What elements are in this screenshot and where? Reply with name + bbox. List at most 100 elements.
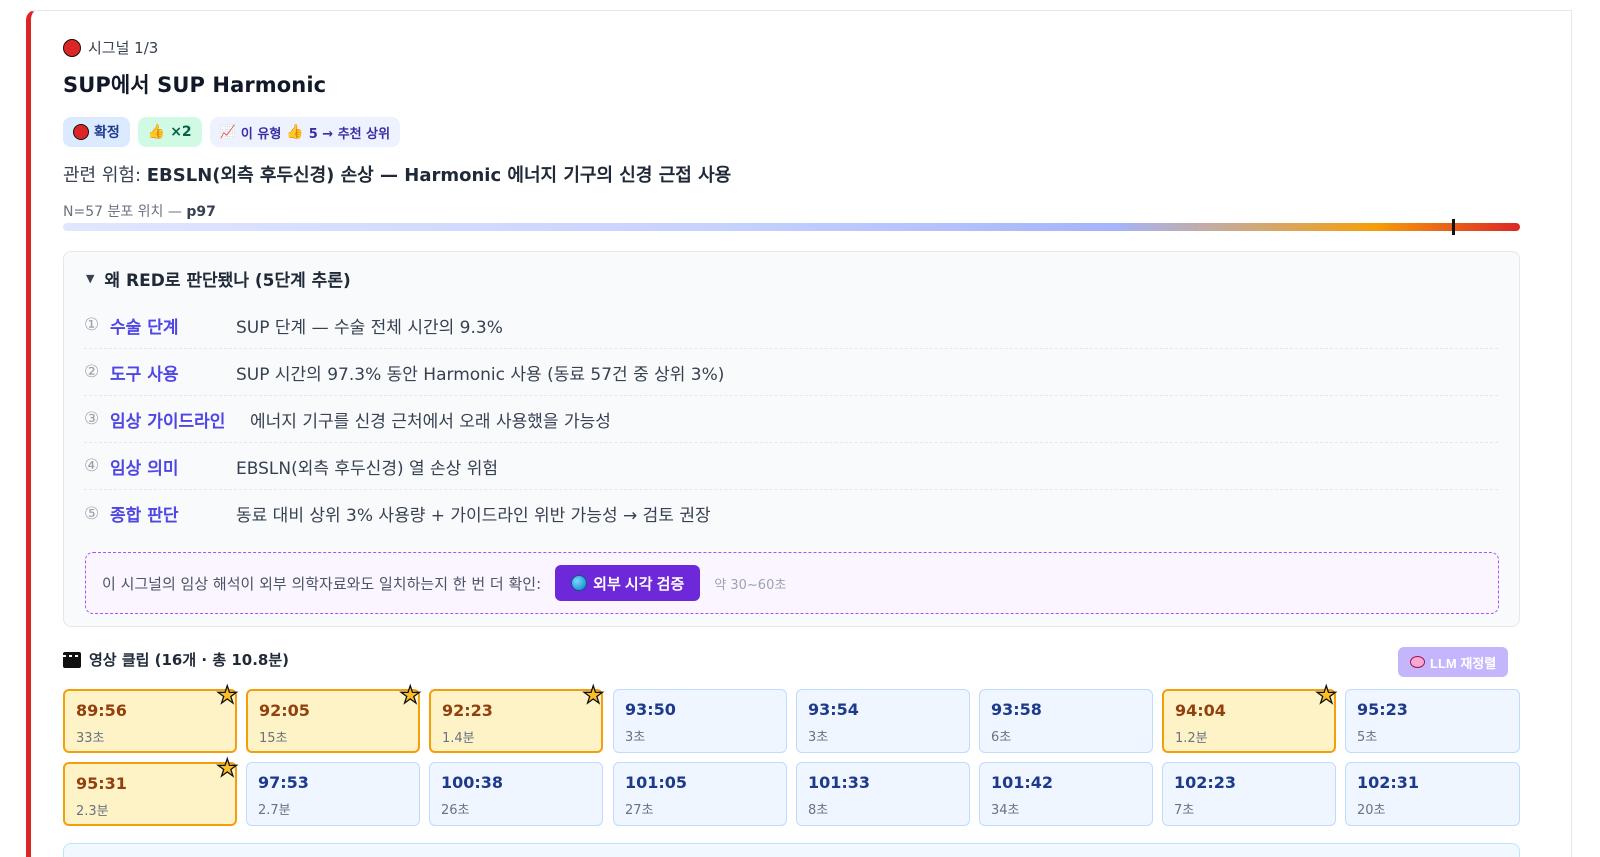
clip-tile[interactable]: 101:42 34초 <box>979 762 1153 826</box>
like-count-label: ×2 <box>170 124 192 140</box>
star-icon[interactable]: ★ <box>399 682 422 707</box>
clip-duration: 5초 <box>1357 730 1378 745</box>
clip-duration: 20초 <box>1357 803 1386 818</box>
clip-duration: 7초 <box>1174 803 1195 818</box>
star-icon[interactable]: ★ <box>1315 682 1338 707</box>
step-key: 도구 사용 <box>110 364 179 385</box>
clip-tile[interactable]: 95:31 2.3분 ★ <box>63 755 239 826</box>
clip-duration: 33초 <box>76 731 105 746</box>
trend-suffix: 5 → 추천 상위 <box>308 126 391 142</box>
clip-time: 93:58 <box>991 700 1042 719</box>
confirmed-badge: 확정 <box>63 117 130 147</box>
clip-time: 102:31 <box>1357 773 1420 792</box>
reasoning-panel: ▼ 왜 RED로 판단됐나 (5단계 추론) ① 수술 단계 SUP 단계 — … <box>63 251 1520 627</box>
step-value: SUP 단계 — 수술 전체 시간의 9.3% <box>236 317 503 338</box>
clip-duration: 1.2분 <box>1175 731 1208 746</box>
clip-duration: 26초 <box>441 803 470 818</box>
clip-tile[interactable]: 101:33 8초 <box>796 762 970 826</box>
clip-time: 92:05 <box>259 701 310 720</box>
clip-time: 94:04 <box>1175 701 1226 720</box>
step-value: SUP 시간의 97.3% 동안 Harmonic 사용 (동료 57건 중 상… <box>236 364 725 385</box>
verify-prompt: 이 시그널의 임상 해석이 외부 의학자료와도 일치하는지 한 번 더 확인: <box>102 574 542 593</box>
clip-tile[interactable]: 102:23 7초 <box>1162 762 1336 826</box>
clip-tile[interactable]: 101:05 27초 <box>613 762 787 826</box>
thumbs-up-icon: 👍 <box>147 124 166 140</box>
llm-reorder-button[interactable]: LLM 재정렬 <box>1398 647 1509 677</box>
chart-trend-icon: 📈 <box>219 124 236 140</box>
distribution-text: N=57 분포 위치 — <box>63 204 182 220</box>
risk-value: EBSLN(외측 후두신경) 손상 — Harmonic 에너지 기구의 신경 … <box>146 165 732 186</box>
clip-duration: 3초 <box>808 730 829 745</box>
clip-tile[interactable]: 92:23 1.4분 ★ <box>429 682 605 753</box>
brain-icon <box>1410 656 1425 668</box>
reasoning-step: ③ 임상 가이드라인 에너지 기구를 신경 근처에서 오래 사용했을 가능성 <box>84 396 1498 443</box>
clip-time: 101:33 <box>808 773 871 792</box>
signal-card: 시그널 1/3 SUP에서 SUP Harmonic 확정 👍 ×2 📈 이 유… <box>26 10 1572 857</box>
clip-duration: 2.3분 <box>76 804 109 819</box>
star-icon[interactable]: ★ <box>216 682 239 707</box>
reasoning-toggle[interactable]: ▼ 왜 RED로 판단됐나 (5단계 추론) <box>86 266 351 291</box>
step-key: 수술 단계 <box>110 317 179 338</box>
external-verify-button[interactable]: 외부 시각 검증 <box>555 565 701 601</box>
step-key: 임상 가이드라인 <box>110 411 226 432</box>
clip-time: 93:54 <box>808 700 859 719</box>
signal-counter: 시그널 1/3 <box>88 39 159 57</box>
clip-tile[interactable]: 97:53 2.7분 <box>246 762 420 826</box>
reasoning-header: 왜 RED로 판단됐나 (5단계 추론) <box>104 271 351 291</box>
caret-down-icon: ▼ <box>86 272 95 285</box>
clips-header: 영상 클립 (16개 · 총 10.8분) <box>63 649 289 670</box>
clip-duration: 6초 <box>991 730 1012 745</box>
percentile-text: p97 <box>186 204 216 220</box>
globe-icon <box>571 575 588 591</box>
star-icon[interactable]: ★ <box>582 682 605 707</box>
clip-time: 95:23 <box>1357 700 1408 719</box>
verify-time-hint: 약 30~60초 <box>714 577 787 593</box>
next-section-box <box>63 843 1520 857</box>
clip-tile[interactable]: 102:31 20초 <box>1345 762 1520 826</box>
thumbs-up-icon: 👍 <box>286 124 304 140</box>
reasoning-step: ② 도구 사용 SUP 시간의 97.3% 동안 Harmonic 사용 (동료… <box>84 349 1498 396</box>
clip-time: 102:23 <box>1174 773 1237 792</box>
clip-tile[interactable]: 94:04 1.2분 ★ <box>1162 682 1338 753</box>
trend-badge: 📈 이 유형 👍 5 → 추천 상위 <box>209 117 401 147</box>
step-key: 종합 판단 <box>110 506 179 526</box>
clip-time: 93:50 <box>625 700 676 719</box>
signal-header: 시그널 1/3 <box>63 37 158 58</box>
clip-tile[interactable]: 100:38 26초 <box>429 762 603 826</box>
reasoning-step: ④ 임상 의미 EBSLN(외측 후두신경) 열 손상 위험 <box>84 443 1498 490</box>
clip-duration: 34초 <box>991 803 1020 818</box>
step-value: 동료 대비 상위 3% 사용량 + 가이드라인 위반 가능성 → 검토 권장 <box>236 506 711 526</box>
clip-duration: 1.4분 <box>442 731 475 746</box>
step-value: 에너지 기구를 신경 근처에서 오래 사용했을 가능성 <box>250 411 611 432</box>
clip-tile[interactable]: 93:54 3초 <box>796 689 970 753</box>
step-key: 임상 의미 <box>110 458 179 479</box>
clip-tile[interactable]: 95:23 5초 <box>1345 689 1520 753</box>
clip-duration: 8초 <box>808 803 829 818</box>
clip-time: 100:38 <box>441 773 504 792</box>
related-risk: 관련 위험: EBSLN(외측 후두신경) 손상 — Harmonic 에너지 … <box>63 161 731 187</box>
distribution-bar <box>63 219 1520 235</box>
clips-title: 영상 클립 (16개 · 총 10.8분) <box>89 651 290 669</box>
step-number: ② <box>84 362 100 382</box>
clip-tile[interactable]: 89:56 33초 ★ <box>63 682 239 753</box>
clapperboard-icon <box>63 651 81 668</box>
clip-tile[interactable]: 93:50 3초 <box>613 689 787 753</box>
percentile-marker <box>1452 219 1456 235</box>
reasoning-step: ① 수술 단계 SUP 단계 — 수술 전체 시간의 9.3% <box>84 302 1498 349</box>
confirmed-badge-label: 확정 <box>94 125 120 141</box>
red-status-dot-icon <box>63 38 81 57</box>
clip-duration: 3초 <box>625 730 646 745</box>
red-dot-icon <box>73 124 89 140</box>
clip-time: 97:53 <box>258 773 309 792</box>
clip-time: 95:31 <box>76 774 127 793</box>
step-number: ③ <box>84 409 100 429</box>
star-icon[interactable]: ★ <box>216 755 239 780</box>
step-number: ① <box>84 315 100 335</box>
step-number: ④ <box>84 456 100 476</box>
clip-tile[interactable]: 93:58 6초 <box>979 689 1153 753</box>
clip-tile[interactable]: 92:05 15초 ★ <box>246 682 422 753</box>
clip-duration: 27초 <box>625 803 654 818</box>
like-count-badge[interactable]: 👍 ×2 <box>137 117 202 147</box>
verify-button-label: 외부 시각 검증 <box>593 575 685 593</box>
clip-duration: 2.7분 <box>258 803 291 818</box>
